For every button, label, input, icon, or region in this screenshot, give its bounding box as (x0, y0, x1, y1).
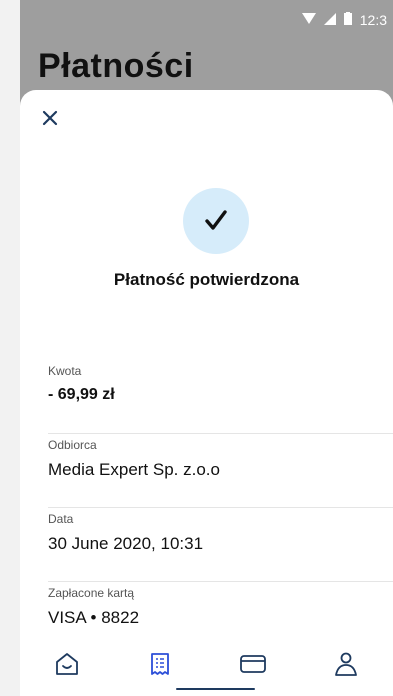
date-label: Data (48, 512, 74, 526)
amount-value: - 69,99 zł (48, 386, 115, 403)
card-label: Zapłacone kartą (48, 586, 135, 600)
page-title: Płatności (38, 47, 194, 85)
status-time: 12:3 (359, 12, 387, 28)
detail-row-date: Data 30 June 2020, 10:31 (48, 508, 393, 582)
status-bar: 12:3 (20, 0, 393, 40)
close-icon (42, 110, 58, 126)
amount-label: Kwota (48, 364, 82, 378)
active-tab-indicator (176, 688, 255, 690)
receipt-icon (150, 653, 169, 675)
card-icon (240, 655, 267, 673)
nav-cards[interactable] (229, 640, 277, 688)
profile-icon (335, 652, 358, 676)
card-value: VISA • 8822 (48, 608, 140, 627)
payment-details: Kwota - 69,99 zł Odbiorca Media Expert S… (48, 360, 393, 656)
signal-icon (323, 12, 336, 28)
detail-row-recipient: Odbiorca Media Expert Sp. z.o.o (48, 434, 393, 508)
payment-confirmation-sheet: Płatność potwierdzona Kwota - 69,99 zł O… (20, 90, 393, 696)
detail-row-amount: Kwota - 69,99 zł (48, 360, 393, 434)
nav-home[interactable] (43, 640, 91, 688)
success-badge (183, 188, 249, 254)
recipient-label: Odbiorca (48, 438, 97, 452)
checkmark-icon (205, 210, 227, 230)
bottom-navigation (20, 632, 393, 696)
recipient-value: Media Expert Sp. z.o.o (48, 460, 220, 479)
home-icon (55, 653, 78, 675)
confirmation-message: Płatność potwierdzona (113, 270, 300, 289)
nav-profile[interactable] (322, 640, 370, 688)
close-button[interactable] (38, 106, 62, 130)
wifi-icon (301, 12, 316, 28)
nav-payments[interactable] (136, 640, 184, 688)
battery-icon (343, 12, 352, 28)
date-value: 30 June 2020, 10:31 (48, 534, 204, 553)
